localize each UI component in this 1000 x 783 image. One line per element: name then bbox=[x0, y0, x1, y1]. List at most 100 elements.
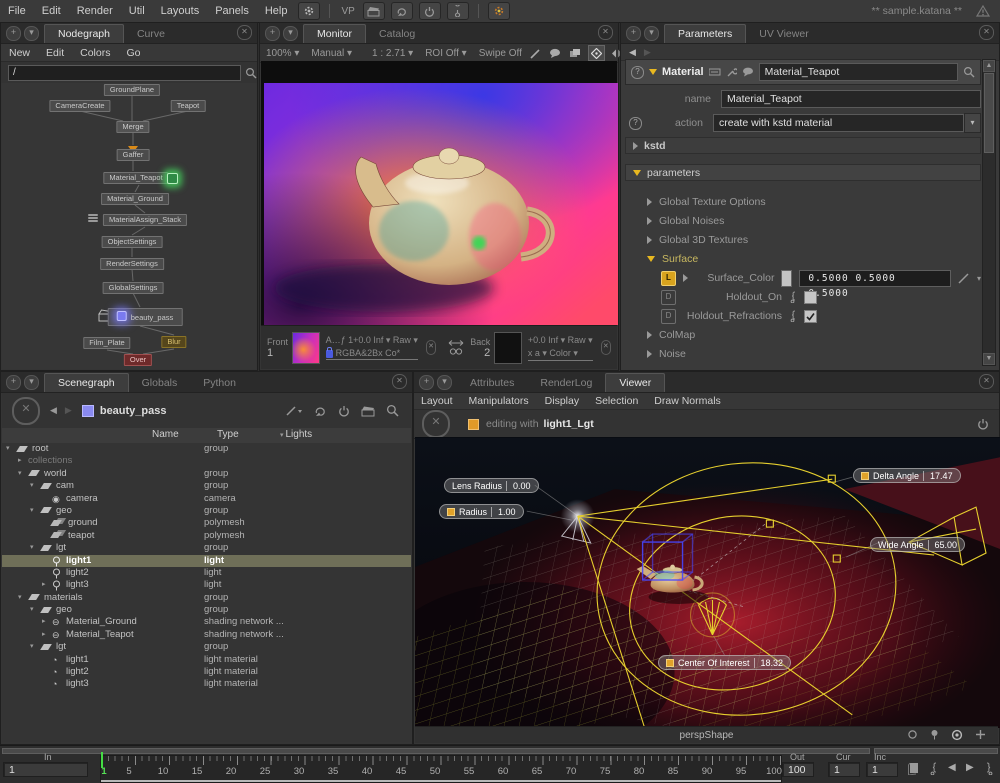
node-groundplane[interactable]: GroundPlane bbox=[104, 84, 160, 96]
pane-menu-icon[interactable]: ▾ bbox=[644, 26, 659, 41]
menu-help[interactable]: Help bbox=[257, 5, 296, 17]
local-badge[interactable]: L bbox=[661, 271, 676, 286]
refresh-icon[interactable] bbox=[391, 2, 413, 20]
tab-renderlog[interactable]: RenderLog bbox=[527, 374, 605, 392]
clear-back-icon[interactable]: ✕ bbox=[601, 340, 611, 355]
scroll-up-icon[interactable]: ▲ bbox=[983, 60, 995, 72]
tab-monitor[interactable]: Monitor bbox=[303, 24, 366, 43]
radius-pill[interactable]: Radius1.00 bbox=[439, 504, 524, 519]
tab-scenegraph[interactable]: Scenegraph bbox=[44, 373, 129, 392]
node-rendersettings[interactable]: RenderSettings bbox=[100, 258, 164, 270]
menu-layout[interactable]: Layout bbox=[414, 395, 460, 407]
menu-selection[interactable]: Selection bbox=[588, 395, 645, 407]
tree-row-camera[interactable]: ◉cameracamera bbox=[2, 493, 411, 505]
step-back-icon[interactable]: ◀ bbox=[948, 762, 956, 773]
node-material-teapot[interactable]: Material_Teapot bbox=[103, 172, 168, 184]
column-type[interactable]: Type bbox=[217, 429, 239, 440]
front-info-2[interactable]: RGBA&2Bx Co* bbox=[336, 348, 401, 358]
close-icon[interactable]: ✕ bbox=[392, 374, 407, 389]
tree-row-materials-lgt[interactable]: ▾lgtgroup bbox=[2, 641, 411, 653]
viewer-3d-viewport[interactable]: Lens Radius0.00 Radius1.00 Delta Angle17… bbox=[415, 437, 1000, 728]
tree-row-ground[interactable]: groundpolymesh bbox=[2, 517, 411, 529]
add-pane-icon[interactable]: + bbox=[626, 26, 641, 41]
add-pane-icon[interactable]: + bbox=[265, 26, 280, 41]
render-gear-icon[interactable] bbox=[488, 2, 510, 20]
help-icon[interactable]: ? bbox=[629, 117, 642, 130]
menu-layouts[interactable]: Layouts bbox=[153, 5, 208, 17]
node-globalsettings[interactable]: GlobalSettings bbox=[103, 282, 164, 294]
node-beauty-pass[interactable]: beauty_pass bbox=[108, 308, 183, 326]
roi-select[interactable]: ROI Off ▾ bbox=[425, 48, 467, 59]
tab-attributes[interactable]: Attributes bbox=[457, 374, 527, 392]
menu-manipulators[interactable]: Manipulators bbox=[462, 395, 536, 407]
wrench-icon[interactable] bbox=[726, 67, 737, 78]
pane-menu-icon[interactable]: ▾ bbox=[283, 26, 298, 41]
clear-edit-icon[interactable]: ✕ bbox=[422, 410, 450, 438]
scroll-down-icon[interactable]: ▼ bbox=[983, 353, 995, 365]
power-icon[interactable] bbox=[338, 405, 350, 417]
default-badge[interactable]: D bbox=[661, 290, 676, 305]
tab-viewer[interactable]: Viewer bbox=[605, 373, 665, 392]
rename-icon[interactable] bbox=[709, 68, 721, 76]
comment-icon[interactable] bbox=[548, 46, 563, 60]
parameters-group[interactable]: parameters bbox=[625, 164, 981, 181]
tree-row-geo[interactable]: ▾geogroup bbox=[2, 505, 411, 517]
group-colmap[interactable]: ColMap bbox=[647, 327, 981, 343]
menu-new[interactable]: New bbox=[1, 47, 38, 59]
camera-icon[interactable] bbox=[951, 729, 963, 741]
warning-icon[interactable] bbox=[976, 5, 990, 17]
expression-pen-icon[interactable] bbox=[958, 272, 970, 284]
menu-edit[interactable]: Edit bbox=[34, 5, 69, 17]
close-icon[interactable]: ✕ bbox=[598, 25, 613, 40]
tab-globals[interactable]: Globals bbox=[129, 374, 191, 392]
settings-gear-icon[interactable] bbox=[298, 2, 320, 20]
menu-display[interactable]: Display bbox=[538, 395, 586, 407]
column-name[interactable]: Name bbox=[152, 429, 179, 440]
power-icon[interactable] bbox=[977, 418, 999, 430]
tree-row-lgt-light1[interactable]: ◔light1light material bbox=[2, 654, 411, 666]
help-icon[interactable]: ? bbox=[631, 66, 644, 79]
ghost-icon[interactable] bbox=[907, 729, 918, 741]
dropdown-icon[interactable]: ▾ bbox=[977, 274, 981, 283]
node-over[interactable]: Over bbox=[124, 354, 152, 366]
tree-row-materials-geo[interactable]: ▾geogroup bbox=[2, 604, 411, 616]
tree-row-lgt-light3[interactable]: ◔light3light material bbox=[2, 678, 411, 690]
add-pane-icon[interactable]: + bbox=[6, 26, 21, 41]
flipbook-icon[interactable] bbox=[908, 762, 920, 775]
lens-radius-pill[interactable]: Lens Radius0.00 bbox=[444, 478, 539, 493]
tree-row-materials[interactable]: ▾materialsgroup bbox=[2, 592, 411, 604]
front-info-1[interactable]: A…ƒ 1+0.0 Inf ▾ Raw ▾ bbox=[326, 335, 418, 346]
tree-row-collections[interactable]: ▸collections bbox=[2, 455, 411, 467]
center-of-interest-pill[interactable]: Center Of Interest18.32 bbox=[658, 655, 791, 670]
node-objectsettings[interactable]: ObjectSettings bbox=[102, 236, 163, 248]
name-input[interactable]: Material_Teapot bbox=[721, 90, 981, 108]
step-forward-icon[interactable]: ▶ bbox=[966, 762, 974, 773]
search-icon[interactable] bbox=[386, 404, 399, 417]
tab-nodegraph[interactable]: Nodegraph bbox=[44, 24, 124, 43]
scrollbar[interactable]: ▲ ▼ bbox=[982, 59, 996, 366]
lock-icon[interactable] bbox=[326, 350, 333, 358]
vp-toggle[interactable]: VP bbox=[341, 6, 354, 17]
keyframe-icon[interactable] bbox=[789, 310, 797, 322]
key-prev-icon[interactable] bbox=[928, 762, 939, 775]
back-info-2[interactable]: x a ▾ Color ▾ bbox=[528, 348, 593, 361]
add-icon[interactable] bbox=[975, 729, 986, 741]
node-cameracreate[interactable]: CameraCreate bbox=[49, 100, 110, 112]
cur-field[interactable]: 1 bbox=[828, 762, 860, 777]
node-merge[interactable]: Merge bbox=[116, 121, 149, 133]
menu-panels[interactable]: Panels bbox=[207, 5, 257, 17]
layers-icon[interactable] bbox=[568, 46, 583, 60]
tree-row-lgt[interactable]: ▾lgtgroup bbox=[2, 542, 411, 554]
swipe-toggle[interactable]: Swipe Off bbox=[479, 48, 522, 59]
node-materialassign-stack[interactable]: MaterialAssign_Stack bbox=[103, 214, 187, 226]
ab-link-icons[interactable] bbox=[448, 340, 464, 355]
menu-colors[interactable]: Colors bbox=[72, 47, 118, 59]
back-icon[interactable]: ◀ bbox=[629, 47, 636, 58]
group-surface[interactable]: Surface bbox=[647, 251, 981, 267]
menu-go[interactable]: Go bbox=[118, 47, 148, 59]
ratio-select[interactable]: 1 : 2.71 ▾ bbox=[372, 48, 413, 59]
annotate-pen-icon[interactable] bbox=[528, 46, 543, 60]
tree-row-root[interactable]: ▾rootgroup bbox=[2, 443, 411, 455]
slate-icon[interactable] bbox=[363, 2, 385, 20]
color-swatch[interactable] bbox=[781, 270, 792, 287]
